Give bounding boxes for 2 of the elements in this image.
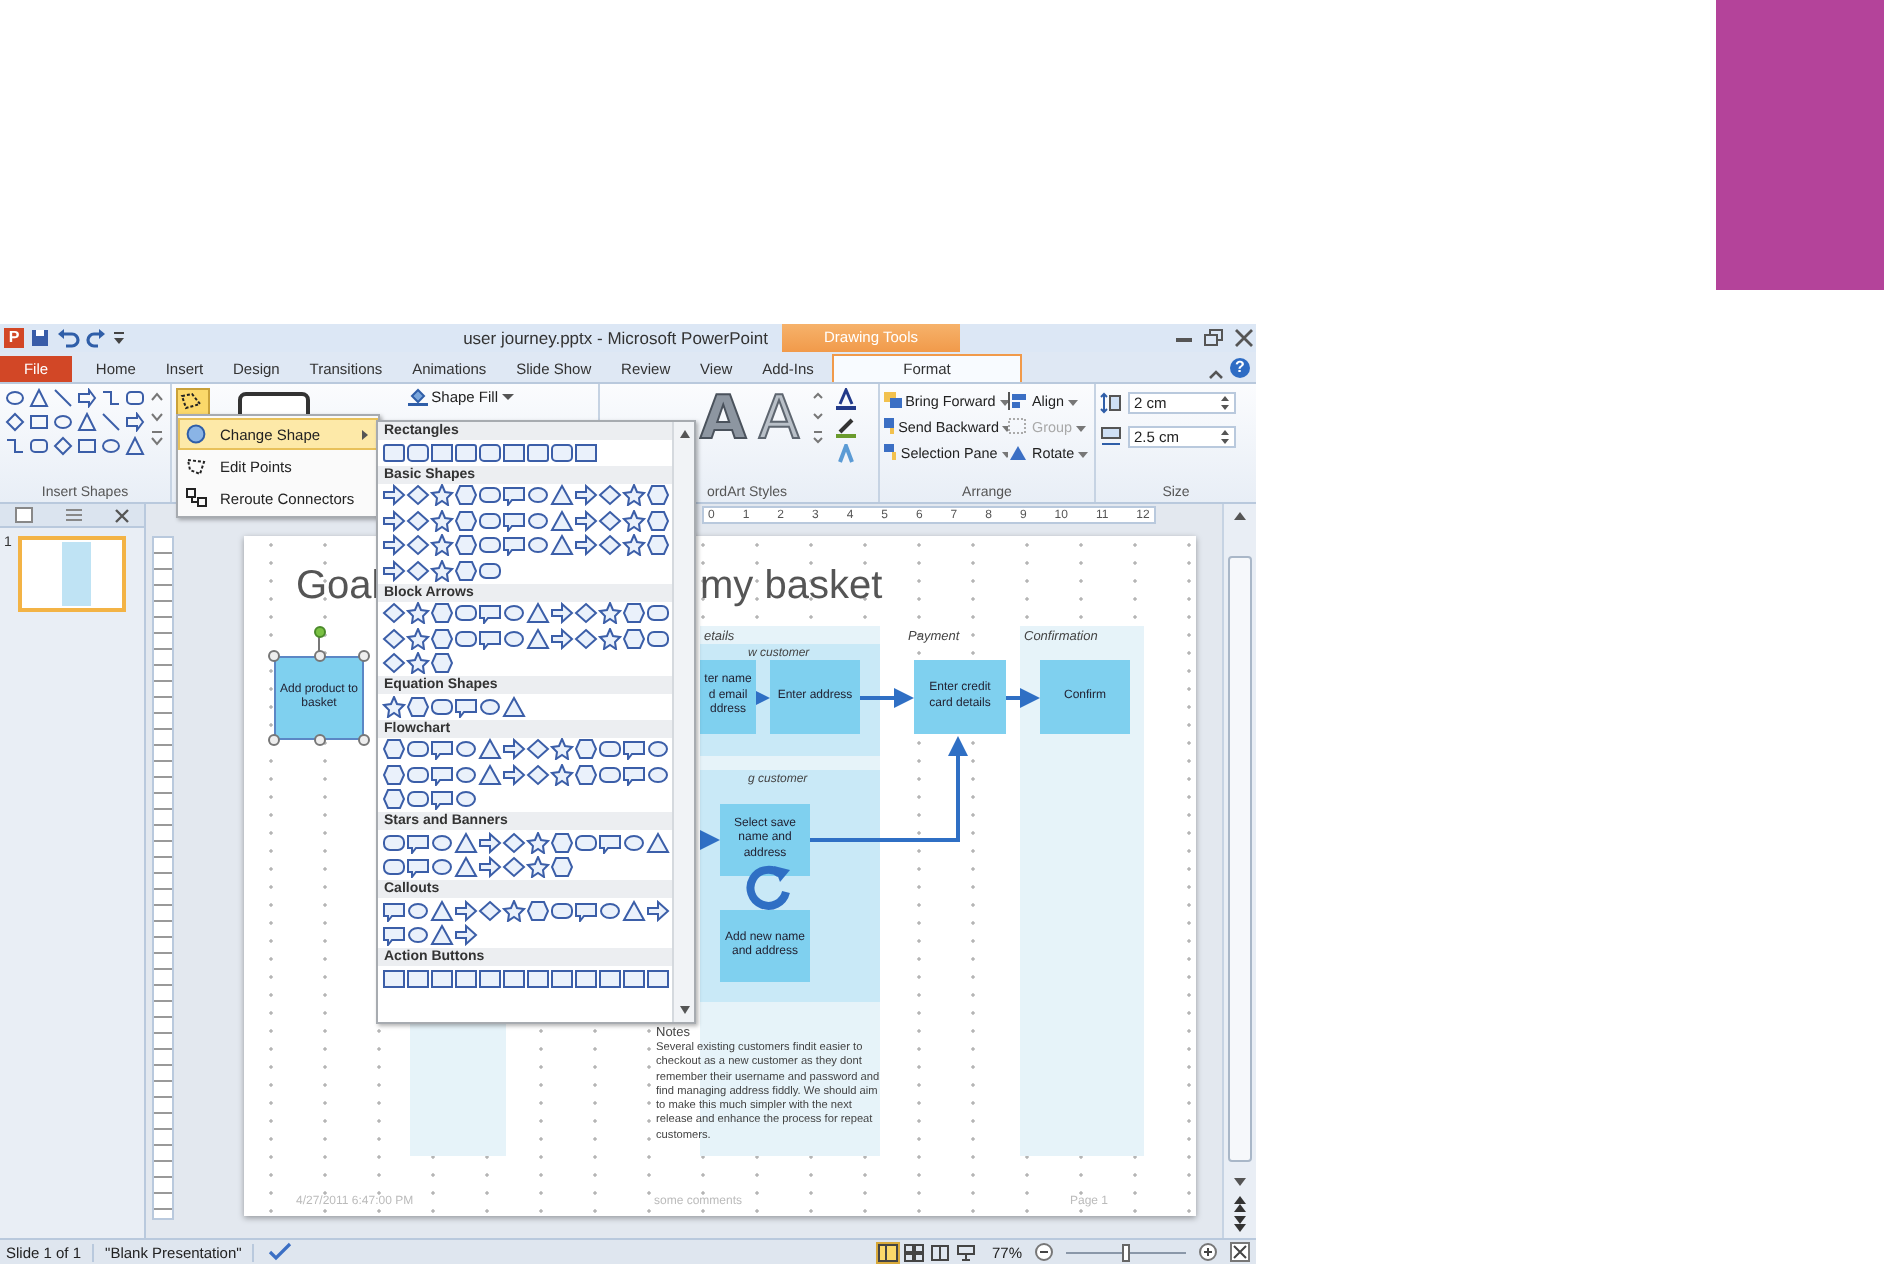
slide-title: my basket (700, 564, 883, 610)
window-title: user journey.pptx - Microsoft PowerPoint (461, 328, 770, 348)
